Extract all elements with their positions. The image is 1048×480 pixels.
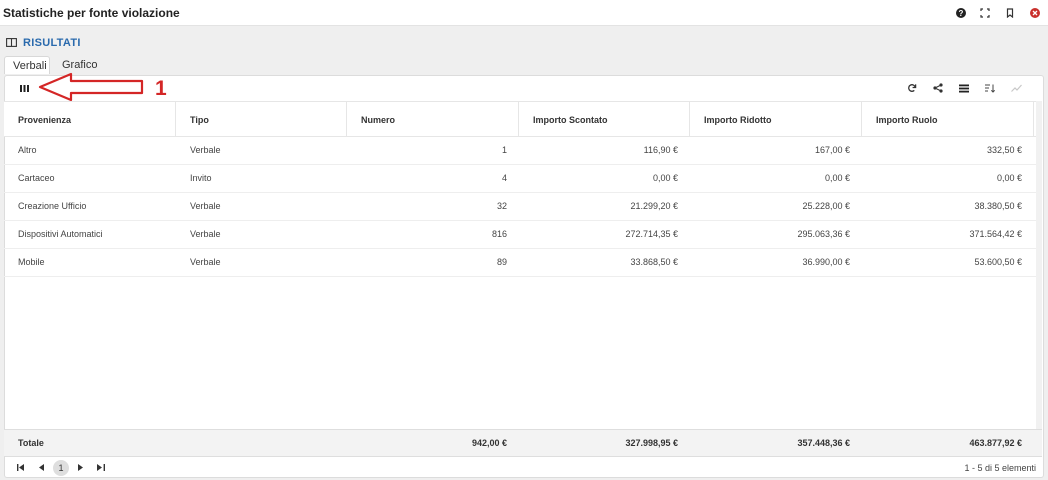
total-importo-ruolo: 463.877,92 € (969, 438, 1022, 448)
total-numero: 942,00 € (471, 438, 507, 448)
cell-importo-ridotto: 295.063,36 € (797, 229, 850, 239)
chart-line-icon[interactable] (1008, 80, 1024, 96)
cell-tipo: Verbale (190, 201, 221, 211)
table-row[interactable]: Altro Verbale 1 116,90 € 167,00 € 332,50… (4, 137, 1036, 165)
section-header: RISULTATI (6, 36, 81, 50)
column-header-tipo[interactable]: Tipo (176, 102, 347, 136)
cell-provenienza: Creazione Ufficio (18, 201, 87, 211)
window-title: Statistiche per fonte violazione (3, 6, 180, 20)
cell-importo-ruolo: 53.600,50 € (974, 257, 1022, 267)
column-header-importo-scontato[interactable]: Importo Scontato (519, 102, 690, 136)
cell-importo-ridotto: 167,00 € (814, 145, 850, 155)
total-importo-ridotto: 357.448,36 € (797, 438, 850, 448)
column-header-importo-ridotto[interactable]: Importo Ridotto (690, 102, 862, 136)
cell-provenienza: Dispositivi Automatici (18, 229, 103, 239)
cell-importo-scontato: 33.868,50 € (630, 257, 678, 267)
grid-header: Provenienza Tipo Numero Importo Scontato… (4, 101, 1036, 137)
columns-icon[interactable] (16, 80, 32, 96)
cell-importo-scontato: 21.299,20 € (630, 201, 678, 211)
pager: 1 1 - 5 di 5 elementi (4, 457, 1042, 477)
cell-numero: 32 (496, 201, 507, 211)
cell-importo-ruolo: 371.564,42 € (969, 229, 1022, 239)
help-icon[interactable]: ? (955, 7, 967, 19)
panel-icon (6, 34, 17, 52)
cell-provenienza: Mobile (18, 257, 45, 267)
cell-tipo: Verbale (190, 145, 221, 155)
table-row[interactable]: Cartaceo Invito 4 0,00 € 0,00 € 0,00 € (4, 165, 1036, 193)
cell-tipo: Verbale (190, 257, 221, 267)
cell-numero: 1 (501, 145, 507, 155)
totals-label: Totale (18, 438, 44, 448)
grid-scrollbar[interactable] (1036, 101, 1042, 429)
table-row[interactable]: Creazione Ufficio Verbale 32 21.299,20 €… (4, 193, 1036, 221)
section-title: RISULTATI (23, 37, 81, 49)
annotation-label: 1 (155, 77, 167, 100)
cell-importo-ridotto: 36.990,00 € (802, 257, 850, 267)
cell-provenienza: Altro (18, 145, 37, 155)
cell-importo-ruolo: 332,50 € (986, 145, 1022, 155)
share-icon[interactable] (930, 80, 946, 96)
cell-numero: 4 (501, 173, 507, 183)
list-icon[interactable] (956, 80, 972, 96)
svg-text:?: ? (959, 9, 964, 18)
expand-icon[interactable] (979, 7, 991, 19)
annotation-arrow-icon (38, 72, 144, 102)
cell-importo-scontato: 0,00 € (652, 173, 678, 183)
next-page-icon[interactable] (74, 461, 86, 473)
first-page-icon[interactable] (15, 461, 27, 473)
cell-importo-ruolo: 38.380,50 € (974, 201, 1022, 211)
refresh-icon[interactable] (904, 80, 920, 96)
cell-importo-ridotto: 25.228,00 € (802, 201, 850, 211)
window-titlebar: Statistiche per fonte violazione ? (0, 0, 1048, 26)
cell-importo-scontato: 272.714,35 € (625, 229, 678, 239)
total-importo-scontato: 327.998,95 € (625, 438, 678, 448)
sort-icon[interactable] (982, 80, 998, 96)
cell-numero: 816 (491, 229, 507, 239)
cell-tipo: Verbale (190, 229, 221, 239)
cell-numero: 89 (496, 257, 507, 267)
table-row[interactable]: Dispositivi Automatici Verbale 816 272.7… (4, 221, 1036, 249)
table-row[interactable]: Mobile Verbale 89 33.868,50 € 36.990,00 … (4, 249, 1036, 277)
cell-importo-ridotto: 0,00 € (824, 173, 850, 183)
current-page[interactable]: 1 (53, 460, 69, 476)
cell-provenienza: Cartaceo (18, 173, 55, 183)
bookmark-icon[interactable] (1004, 7, 1016, 19)
cell-tipo: Invito (190, 173, 212, 183)
last-page-icon[interactable] (95, 461, 107, 473)
close-icon[interactable] (1029, 7, 1041, 19)
column-header-importo-ruolo[interactable]: Importo Ruolo (862, 102, 1034, 136)
cell-importo-scontato: 116,90 € (643, 145, 678, 155)
column-header-provenienza[interactable]: Provenienza (4, 102, 176, 136)
totals-row: Totale 942,00 € 327.998,95 € 357.448,36 … (4, 429, 1042, 457)
prev-page-icon[interactable] (36, 461, 48, 473)
column-header-numero[interactable]: Numero (347, 102, 519, 136)
pager-info: 1 - 5 di 5 elementi (964, 463, 1036, 473)
cell-importo-ruolo: 0,00 € (996, 173, 1022, 183)
